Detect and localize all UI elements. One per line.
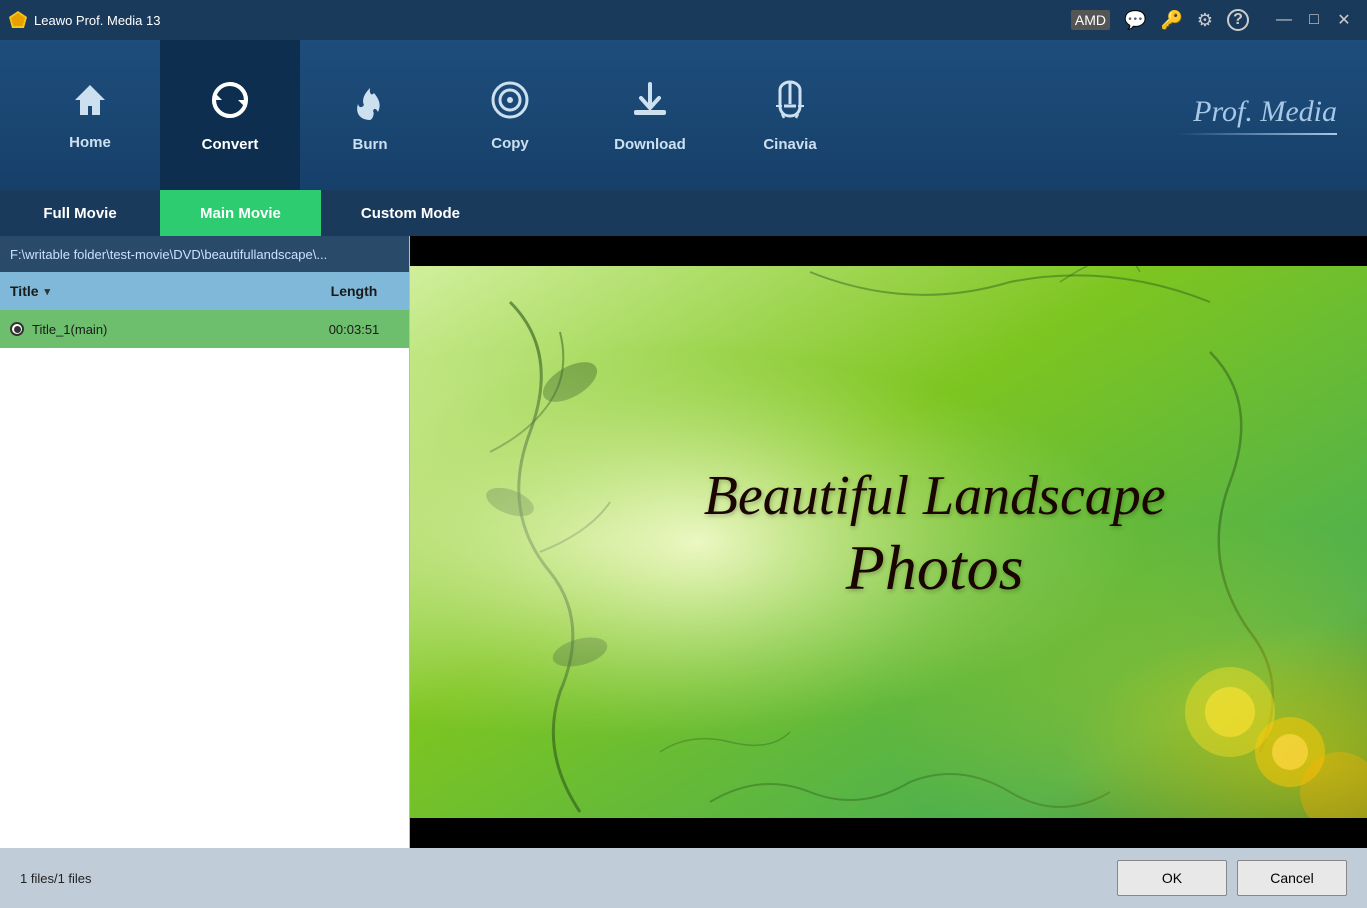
table-header: Title ▾ Length [0, 272, 409, 310]
video-title: Beautiful Landscape Photos [704, 463, 1166, 607]
col-length: Length [309, 283, 399, 299]
gear-icon[interactable]: ⚙ [1197, 10, 1213, 31]
nav-item-download[interactable]: Download [580, 40, 720, 190]
brand-name: Prof. Media [1177, 95, 1337, 129]
amd-icon[interactable]: AMD [1071, 10, 1110, 30]
bottom-bar: 1 files/1 files OK Cancel [0, 848, 1367, 908]
video-title-line1: Beautiful Landscape [704, 465, 1166, 527]
tab-custom-mode[interactable]: Custom Mode [321, 190, 500, 236]
nav-item-burn[interactable]: Burn [300, 40, 440, 190]
main-split: F:\writable folder\test-movie\DVD\beauti… [0, 236, 1367, 848]
tab-main-movie[interactable]: Main Movie [160, 190, 321, 236]
right-panel: Beautiful Landscape Photos [410, 236, 1367, 848]
app-title: Leawo Prof. Media 13 [34, 13, 160, 28]
nav-label-convert: Convert [202, 136, 259, 153]
tab-full-movie[interactable]: Full Movie [0, 190, 160, 236]
row-title-text: Title_1(main) [32, 322, 107, 337]
titlebar-right: AMD 💬 🔑 ⚙ ? — □ ✕ [1071, 6, 1359, 34]
sort-arrow-icon[interactable]: ▾ [45, 285, 51, 298]
nav-label-burn: Burn [353, 136, 388, 153]
nav-label-cinavia: Cinavia [763, 136, 816, 153]
close-button[interactable]: ✕ [1329, 6, 1359, 34]
app-icon [8, 10, 28, 30]
minimize-button[interactable]: — [1269, 6, 1299, 34]
chat-icon[interactable]: 💬 [1124, 10, 1146, 31]
brand-logo: Prof. Media [1177, 95, 1337, 135]
row-radio[interactable] [10, 322, 24, 336]
help-icon[interactable]: ? [1227, 9, 1249, 31]
bottom-buttons: OK Cancel [1117, 860, 1347, 896]
video-bottom-bar [410, 818, 1367, 848]
video-title-line2: Photos [846, 532, 1024, 603]
content-area: F:\writable folder\test-movie\DVD\beauti… [0, 236, 1367, 848]
convert-icon [208, 78, 252, 128]
status-text: 1 files/1 files [20, 871, 92, 886]
row-length-cell: 00:03:51 [309, 322, 399, 337]
nav-bar: Home Convert Burn [0, 40, 1367, 190]
nav-label-copy: Copy [491, 135, 529, 152]
nav-item-home[interactable]: Home [20, 40, 160, 190]
col-title: Title ▾ [10, 283, 309, 299]
title-bar: Leawo Prof. Media 13 AMD 💬 🔑 ⚙ ? — □ ✕ [0, 0, 1367, 40]
download-icon [629, 78, 671, 128]
file-path-row: F:\writable folder\test-movie\DVD\beauti… [0, 236, 409, 272]
sys-icons: AMD 💬 🔑 ⚙ ? [1071, 9, 1249, 31]
copy-icon [489, 79, 531, 127]
nav-item-cinavia[interactable]: Cinavia [720, 40, 860, 190]
brand-underline [1177, 133, 1337, 135]
cinavia-icon [770, 78, 810, 128]
row-title-cell: Title_1(main) [10, 322, 309, 337]
nav-item-convert[interactable]: Convert [160, 40, 300, 190]
video-preview: Beautiful Landscape Photos [410, 266, 1367, 818]
filepath-text: F:\writable folder\test-movie\DVD\beauti… [10, 247, 327, 262]
home-icon [70, 80, 110, 126]
title-bar-left: Leawo Prof. Media 13 [8, 10, 160, 30]
video-top-bar [410, 236, 1367, 266]
ok-button[interactable]: OK [1117, 860, 1227, 896]
left-panel: F:\writable folder\test-movie\DVD\beauti… [0, 236, 410, 848]
col-title-label: Title [10, 283, 39, 299]
nav-label-download: Download [614, 136, 686, 153]
table-empty-area [0, 348, 409, 848]
table-row[interactable]: Title_1(main) 00:03:51 [0, 310, 409, 348]
nav-item-copy[interactable]: Copy [440, 40, 580, 190]
nav-label-home: Home [69, 134, 111, 151]
maximize-button[interactable]: □ [1299, 6, 1329, 34]
key-icon[interactable]: 🔑 [1160, 10, 1182, 31]
video-background: Beautiful Landscape Photos [410, 266, 1367, 818]
tabs-bar: Full Movie Main Movie Custom Mode [0, 190, 1367, 236]
nav-items: Home Convert Burn [20, 40, 860, 190]
burn-icon [350, 78, 390, 128]
cancel-button[interactable]: Cancel [1237, 860, 1347, 896]
